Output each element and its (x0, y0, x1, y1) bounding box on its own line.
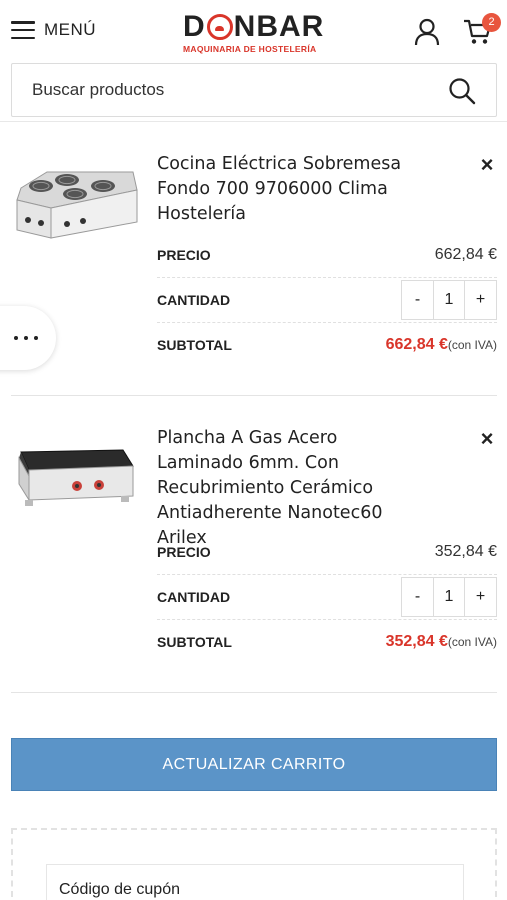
menu-button[interactable]: MENÚ (11, 20, 96, 40)
subtotal-label: SUBTOTAL (157, 634, 232, 650)
subtotal-row: SUBTOTAL 352,84 €(con IVA) (157, 619, 497, 665)
coupon-code-input[interactable]: Código de cupón (46, 864, 464, 900)
cart-count-badge: 2 (482, 13, 501, 32)
price-row: PRECIO 662,84 € (157, 232, 497, 278)
logo-word-bar: BAR (256, 10, 325, 43)
search-icon[interactable] (448, 77, 476, 105)
item-divider (11, 692, 497, 693)
header-divider (0, 121, 507, 122)
logo-tagline: MAQUINARIA DE HOSTELERÍA (183, 44, 317, 54)
quantity-label: CANTIDAD (157, 588, 231, 605)
update-cart-button[interactable]: ACTUALIZAR CARRITO (11, 738, 497, 791)
remove-item-button[interactable]: × (477, 154, 497, 176)
product-title[interactable]: Cocina Eléctrica Sobremesa Fondo 700 970… (157, 152, 427, 227)
coupon-section: Código de cupón (11, 828, 497, 900)
price-value: 352,84 € (434, 542, 497, 560)
remove-item-button[interactable]: × (477, 428, 497, 450)
subtotal-value: 352,84 €(con IVA) (385, 633, 497, 650)
logo-letter-n: N (233, 10, 257, 43)
subtotal-value: 662,84 €(con IVA) (385, 336, 497, 353)
site-header: MENÚ D N BAR MAQUINARIA DE HOSTELERÍA 2 (0, 0, 507, 62)
search-bar (11, 63, 497, 117)
quantity-row: CANTIDAD - 1 + (157, 574, 497, 620)
menu-label: MENÚ (44, 20, 97, 39)
hamburger-icon (11, 21, 35, 39)
subtotal-row: SUBTOTAL 662,84 €(con IVA) (157, 322, 497, 368)
site-logo[interactable]: D N BAR MAQUINARIA DE HOSTELERÍA (183, 12, 328, 56)
quantity-row: CANTIDAD - 1 + (157, 277, 497, 323)
price-label: PRECIO (157, 246, 211, 263)
price-row: PRECIO 352,84 € (157, 529, 497, 575)
decrease-quantity-button[interactable]: - (402, 281, 433, 319)
logo-chef-hat-icon (206, 14, 233, 40)
search-input[interactable] (32, 64, 432, 116)
quantity-label: CANTIDAD (157, 291, 231, 308)
quantity-stepper: - 1 + (401, 576, 497, 617)
price-label: PRECIO (157, 543, 211, 560)
item-divider (11, 395, 497, 396)
logo-letter-d: D (183, 10, 206, 43)
more-dots-icon (14, 336, 18, 340)
more-options-tab[interactable] (0, 306, 56, 370)
product-image-gas-griddle[interactable] (11, 434, 139, 544)
tax-note: (con IVA) (447, 338, 497, 352)
subtotal-label: SUBTOTAL (157, 337, 232, 353)
product-image-electric-cooker[interactable] (11, 160, 139, 270)
tax-note: (con IVA) (447, 635, 497, 649)
price-value: 662,84 € (434, 245, 497, 263)
increase-quantity-button[interactable]: + (465, 281, 496, 319)
decrease-quantity-button[interactable]: - (402, 578, 433, 616)
increase-quantity-button[interactable]: + (465, 578, 496, 616)
quantity-input[interactable]: 1 (433, 577, 465, 616)
quantity-stepper: - 1 + (401, 279, 497, 320)
quantity-input[interactable]: 1 (433, 280, 465, 319)
user-account-icon[interactable] (414, 18, 440, 46)
